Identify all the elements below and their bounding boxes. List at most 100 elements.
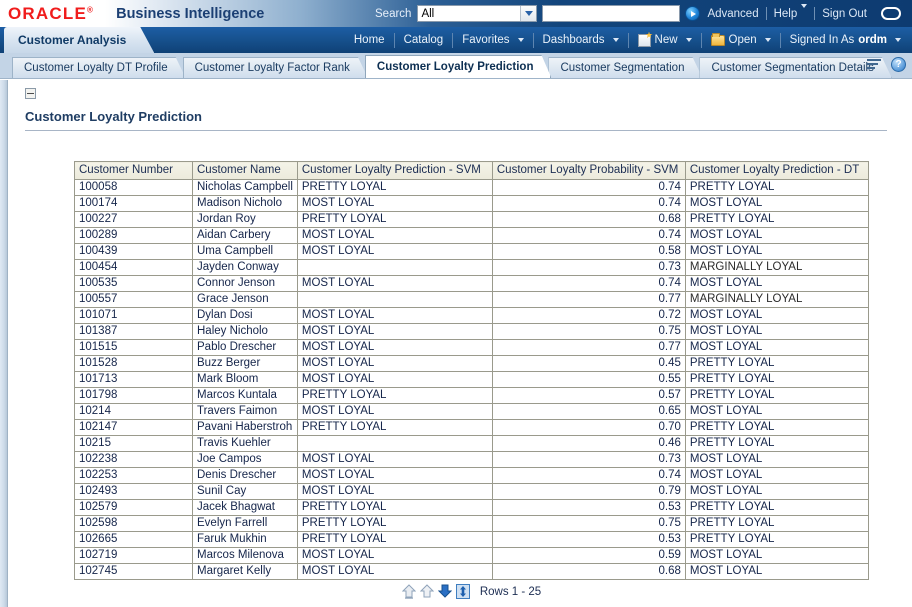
- account-oval-icon[interactable]: [881, 7, 901, 20]
- cell-customer-name: Jacek Bhagwat: [193, 500, 298, 516]
- signed-in-as-label: Signed In As: [790, 34, 855, 46]
- signed-in-as-menu[interactable]: Signed In Asordm: [781, 32, 910, 48]
- first-page-up-icon[interactable]: [402, 584, 416, 599]
- nav-item-home[interactable]: Home: [345, 32, 394, 48]
- nav-item-catalog[interactable]: Catalog: [395, 32, 453, 48]
- cell-customer-number: 101798: [75, 388, 193, 404]
- table-row: 10214Travers FaimonMOST LOYAL0.65MOST LO…: [75, 404, 869, 420]
- cell-prediction-dt: MOST LOYAL: [685, 548, 868, 564]
- cell-prediction-dt: PRETTY LOYAL: [685, 372, 868, 388]
- cell-customer-number: 102579: [75, 500, 193, 516]
- cell-customer-number: 101528: [75, 356, 193, 372]
- table-row: 101713Mark BloomMOST LOYAL0.55PRETTY LOY…: [75, 372, 869, 388]
- cell-customer-number: 102719: [75, 548, 193, 564]
- nav-item-dashboards-label: Dashboards: [543, 34, 605, 46]
- search-input[interactable]: [542, 5, 680, 22]
- next-page-down-icon-glyph: [438, 584, 452, 599]
- nav-item-favorites[interactable]: Favorites: [453, 32, 532, 48]
- tab-label: Customer Loyalty DT Profile: [24, 62, 168, 74]
- table-row: 102719Marcos MilenovaMOST LOYAL0.59MOST …: [75, 548, 869, 564]
- cell-customer-number: 100439: [75, 244, 193, 260]
- table-row: 102745Margaret KellyMOST LOYAL0.68MOST L…: [75, 564, 869, 580]
- tab-customer-segmentation[interactable]: Customer Segmentation: [548, 57, 702, 78]
- column-header-customer-number[interactable]: Customer Number: [75, 162, 193, 180]
- cell-customer-number: 10215: [75, 436, 193, 452]
- oracle-logo-trademark: ®: [87, 5, 94, 14]
- next-page-down-icon[interactable]: [438, 584, 452, 599]
- cell-probability-svm: 0.57: [492, 388, 685, 404]
- table-row: 100439Uma CampbellMOST LOYAL0.58MOST LOY…: [75, 244, 869, 260]
- chevron-down-icon[interactable]: [520, 6, 536, 21]
- cell-prediction-dt: MOST LOYAL: [685, 308, 868, 324]
- cell-prediction-dt: MOST LOYAL: [685, 244, 868, 260]
- cell-customer-name: Sunil Cay: [193, 484, 298, 500]
- cell-customer-number: 100289: [75, 228, 193, 244]
- cell-customer-number: 100174: [75, 196, 193, 212]
- tab-customer-segmentation-details[interactable]: Customer Segmentation Details: [699, 57, 891, 78]
- table-row: 100557Grace JensonMARGINALLY LOYAL0.77MA…: [75, 292, 869, 308]
- nav-item-open[interactable]: Open: [702, 32, 780, 48]
- nav-item-dashboards[interactable]: Dashboards: [534, 32, 628, 48]
- nav-item-new[interactable]: New: [629, 32, 701, 48]
- new-page-icon: [638, 34, 651, 47]
- cell-prediction-dt: MOST LOYAL: [685, 484, 868, 500]
- table-row: 100454Jayden ConwayMARGINALLY LOYAL0.73M…: [75, 260, 869, 276]
- table-header-row: Customer Number Customer Name Customer L…: [75, 162, 869, 180]
- cell-prediction-svm: MOST LOYAL: [297, 372, 492, 388]
- cell-customer-name: Faruk Mukhin: [193, 532, 298, 548]
- cell-probability-svm: 0.59: [492, 548, 685, 564]
- column-header-prediction-dt[interactable]: Customer Loyalty Prediction - DT: [685, 162, 868, 180]
- navbar-links: Home Catalog Favorites Dashboards New Op…: [345, 27, 910, 53]
- table-row: 10215Travis KuehlerMARGINALLY LOYAL0.46P…: [75, 436, 869, 452]
- column-header-prediction-svm[interactable]: Customer Loyalty Prediction - SVM: [297, 162, 492, 180]
- sign-out-link[interactable]: Sign Out: [815, 8, 874, 20]
- page-options-icon[interactable]: [867, 58, 883, 72]
- tab-label: Customer Loyalty Prediction: [377, 61, 534, 73]
- dashboard-tab-customer-analysis[interactable]: Customer Analysis: [4, 27, 154, 53]
- cell-prediction-svm: PRETTY LOYAL: [297, 516, 492, 532]
- cell-prediction-dt: PRETTY LOYAL: [685, 500, 868, 516]
- cell-prediction-svm: MARGINALLY LOYAL: [297, 292, 492, 308]
- cell-prediction-svm: PRETTY LOYAL: [297, 212, 492, 228]
- global-navbar: Customer Analysis Home Catalog Favorites…: [0, 27, 912, 53]
- cell-customer-name: Buzz Berger: [193, 356, 298, 372]
- help-menu[interactable]: Help: [767, 8, 815, 20]
- cell-prediction-svm: MOST LOYAL: [297, 228, 492, 244]
- tab-customer-loyalty-factor-rank[interactable]: Customer Loyalty Factor Rank: [183, 57, 368, 78]
- search-scope-select[interactable]: All: [417, 5, 537, 22]
- table-row: 101515Pablo DrescherMOST LOYAL0.77MOST L…: [75, 340, 869, 356]
- table-row: 101528Buzz BergerMOST LOYAL0.45PRETTY LO…: [75, 356, 869, 372]
- search-go-button[interactable]: [685, 6, 700, 21]
- cell-probability-svm: 0.58: [492, 244, 685, 260]
- cell-customer-number: 102745: [75, 564, 193, 580]
- table-row: 102147Pavani HaberstrohPRETTY LOYAL0.70P…: [75, 420, 869, 436]
- cell-probability-svm: 0.77: [492, 292, 685, 308]
- cell-customer-name: Marcos Kuntala: [193, 388, 298, 404]
- cell-prediction-svm: PRETTY LOYAL: [297, 420, 492, 436]
- cell-customer-name: Pavani Haberstroh: [193, 420, 298, 436]
- cell-customer-name: Evelyn Farrell: [193, 516, 298, 532]
- column-header-probability-svm[interactable]: Customer Loyalty Probability - SVM: [492, 162, 685, 180]
- cell-probability-svm: 0.75: [492, 324, 685, 340]
- cell-prediction-dt: PRETTY LOYAL: [685, 436, 868, 452]
- help-circle-icon[interactable]: ?: [891, 57, 906, 72]
- cell-customer-number: 102665: [75, 532, 193, 548]
- cell-probability-svm: 0.74: [492, 276, 685, 292]
- previous-page-up-icon[interactable]: [420, 584, 434, 599]
- tab-customer-loyalty-prediction[interactable]: Customer Loyalty Prediction: [365, 55, 552, 78]
- global-header: ORACLE® Business Intelligence Search All…: [0, 0, 912, 27]
- table-row: 100058Nicholas CampbellPRETTY LOYAL0.74P…: [75, 180, 869, 196]
- page-content: Customer Loyalty Prediction Customer Num…: [9, 80, 912, 607]
- collapse-minus-icon[interactable]: [25, 88, 36, 99]
- cell-prediction-svm: MOST LOYAL: [297, 276, 492, 292]
- cell-probability-svm: 0.74: [492, 180, 685, 196]
- advanced-link[interactable]: Advanced: [700, 8, 765, 20]
- last-page-updown-icon[interactable]: [456, 584, 470, 599]
- column-header-customer-name[interactable]: Customer Name: [193, 162, 298, 180]
- cell-probability-svm: 0.53: [492, 500, 685, 516]
- first-page-up-icon-glyph: [402, 584, 416, 599]
- cell-prediction-dt: PRETTY LOYAL: [685, 212, 868, 228]
- cell-prediction-dt: MOST LOYAL: [685, 468, 868, 484]
- cell-probability-svm: 0.55: [492, 372, 685, 388]
- tab-customer-loyalty-dt-profile[interactable]: Customer Loyalty DT Profile: [12, 57, 186, 78]
